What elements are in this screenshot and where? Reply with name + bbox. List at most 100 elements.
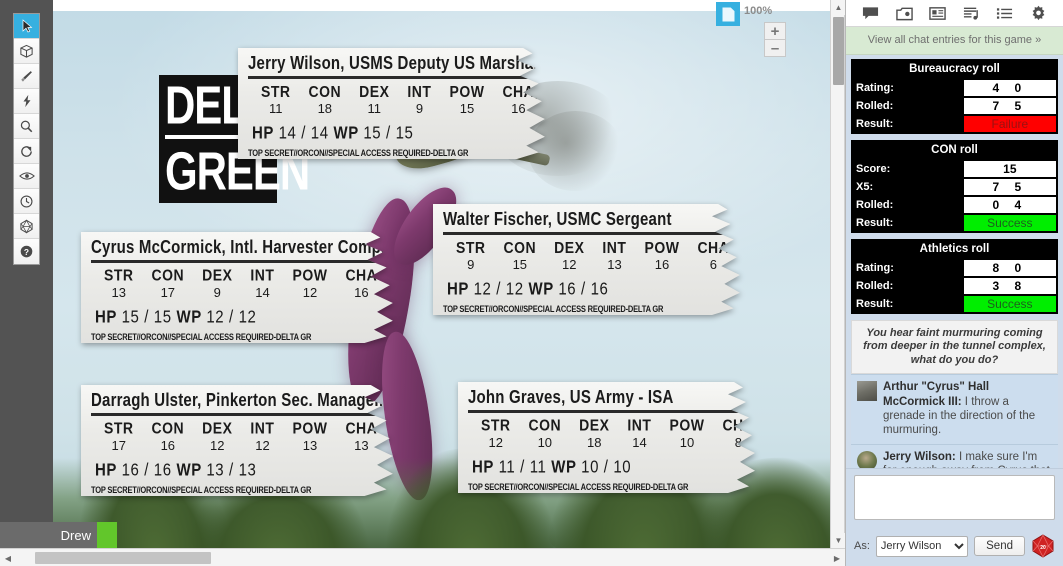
zoom-tool[interactable]	[14, 114, 39, 139]
roll-value: 0 4	[962, 196, 1057, 214]
attribute-label: INT	[250, 418, 275, 438]
attribute-label: CON	[503, 237, 537, 257]
turn-order-list-icon[interactable]	[996, 6, 1013, 21]
horizontal-scroll-thumb[interactable]	[35, 552, 211, 564]
roll-row-value-cell: 15	[962, 160, 1057, 178]
map-vertical-scrollbar[interactable]: ▲ ▼	[830, 0, 846, 548]
roll-result-card: Athletics roll Rating: 8 0 Rolled: 3 8 Result…	[851, 239, 1058, 314]
fx-tool[interactable]	[14, 89, 39, 114]
help-tool[interactable]: ?	[14, 239, 39, 264]
shape-tool[interactable]	[14, 39, 39, 64]
attribute-value: 10	[537, 435, 553, 450]
roll-result-success: Success	[962, 214, 1057, 232]
attribute-value-row: 17 16 12 12 13 13	[95, 436, 386, 453]
attribute-value: 16	[654, 257, 670, 272]
settings-gear-icon[interactable]	[1030, 5, 1047, 21]
draw-tool[interactable]	[14, 64, 39, 89]
roll-row-value-cell: 4 0	[962, 79, 1057, 97]
attribute-label: DEX	[202, 265, 233, 285]
sheet-divider	[91, 413, 386, 416]
page-icon[interactable]	[716, 2, 740, 26]
wp-label: WP	[176, 307, 202, 328]
attribute-value: 18	[317, 101, 333, 116]
attribute-label: DEX	[554, 237, 585, 257]
view-all-chat-link[interactable]: View all chat entries for this game »	[868, 34, 1041, 46]
attribute-value: 18	[587, 435, 602, 450]
roll-result-failure: Failure	[962, 115, 1057, 133]
zoom-out-button[interactable]: –	[764, 39, 786, 57]
attribute-value: 11	[367, 101, 382, 116]
view-all-chat-banner: View all chat entries for this game »	[846, 27, 1063, 55]
roll-row: Result: Failure	[852, 115, 1057, 133]
attribute-value: 11	[269, 101, 283, 116]
paintbrush-icon	[21, 70, 32, 82]
speaking-as-select[interactable]: Jerry Wilson	[875, 535, 969, 557]
character-sheet-handout[interactable]: Walter Fischer, USMC Sergeant STR CON DEX IN…	[433, 204, 743, 315]
character-sheet-handout[interactable]: Jerry Wilson, USMS Deputy US Marshall I S…	[238, 48, 548, 159]
chat-message-body: Jerry Wilson: I make sure I'm far enough…	[883, 450, 1052, 468]
chat-log-scroll[interactable]: Bureaucracy roll Rating: 4 0 Rolled: 7 5 Resu…	[846, 55, 1063, 468]
sheet-classification-footer: TOP SECRET//ORCON//SPECIAL ACCESS REQUIR…	[91, 484, 312, 496]
wp-label: WP	[551, 457, 577, 478]
sheet-character-title: Walter Fischer, USMC Sergeant	[443, 209, 672, 230]
scroll-up-button[interactable]: ▲	[831, 0, 846, 15]
attribute-label: CON	[528, 415, 562, 435]
character-sheet-handout[interactable]: Cyrus McCormick, Intl. Harvester Company…	[81, 232, 396, 343]
chat-message-input[interactable]	[854, 475, 1055, 520]
character-sheet-handout[interactable]: Darragh Ulster, Pinkerton Sec. Managemen…	[81, 385, 396, 496]
map-canvas-viewport[interactable]: DELTA GREEN Jerry Wilson, USMS Deputy US…	[53, 0, 830, 566]
chat-message: Arthur "Cyrus" Hall McCormick III: I thr…	[851, 374, 1058, 444]
rotate-tool[interactable]	[14, 139, 39, 164]
vertical-scroll-thumb[interactable]	[833, 17, 844, 85]
attribute-label-row: STR CON DEX INT POW CHA	[447, 237, 738, 257]
attribute-value-row: 11 18 11 9 15 16	[252, 99, 543, 116]
attribute-label: CON	[151, 418, 185, 438]
chat-icon[interactable]	[862, 6, 879, 21]
character-sheet-handout[interactable]: John Graves, US Army - ISA STR CON DEX INT PO…	[458, 382, 758, 493]
attribute-value: 9	[213, 285, 221, 300]
hp-slash: /	[144, 460, 150, 481]
sheet-character-title: John Graves, US Army - ISA	[468, 387, 674, 408]
sheet-classification-footer: TOP SECRET//ORCON//SPECIAL ACCESS REQUIR…	[91, 331, 312, 343]
roll-title: Bureaucracy roll	[909, 63, 1000, 75]
compendium-icon[interactable]	[963, 6, 980, 21]
journal-icon[interactable]	[929, 6, 947, 21]
attribute-label: STR	[481, 415, 511, 435]
attribute-label: CON	[308, 81, 342, 101]
attribute-label: CHA	[345, 418, 378, 438]
send-button[interactable]: Send	[974, 536, 1025, 556]
scroll-left-button[interactable]: ◀	[0, 549, 16, 566]
map-surface[interactable]: DELTA GREEN Jerry Wilson, USMS Deputy US…	[53, 11, 830, 548]
scroll-down-button[interactable]: ▼	[831, 533, 846, 548]
roll-value: 3 8	[962, 277, 1057, 295]
wp-max: 12	[238, 307, 257, 328]
attribute-label: STR	[261, 81, 291, 101]
roll-row: Rolled: 0 4	[852, 196, 1057, 214]
sheet-character-title: Darragh Ulster, Pinkerton Sec. Managemen…	[91, 390, 411, 411]
attribute-value: 12	[488, 435, 503, 450]
player-name-tab[interactable]: Drew	[0, 522, 105, 548]
attribute-label: STR	[104, 265, 134, 285]
turn-order-tool[interactable]	[14, 189, 39, 214]
attribute-label: INT	[407, 81, 432, 101]
map-horizontal-scrollbar[interactable]: ◀ ▶	[0, 548, 845, 566]
select-tool[interactable]	[14, 14, 39, 39]
attribute-label: CHA	[502, 81, 535, 101]
zoom-control: 100% + –	[716, 2, 786, 57]
zoom-in-button[interactable]: +	[764, 22, 786, 40]
art-library-icon[interactable]	[895, 6, 913, 21]
d20-dice-icon[interactable]: 20	[1031, 534, 1055, 558]
composer-controls-row: As: Jerry Wilson Send 20	[854, 534, 1055, 558]
roll-detail-table: Rating: 8 0 Rolled: 3 8 Result: Success	[852, 259, 1057, 313]
attribute-label: STR	[456, 237, 486, 257]
roll-row-label: X5:	[856, 181, 874, 193]
hp-max: 16	[153, 460, 172, 481]
dice-tool[interactable]	[14, 214, 39, 239]
lightning-bolt-icon	[23, 94, 30, 108]
chat-message-speaker: Jerry Wilson:	[883, 450, 956, 463]
attribute-label-row: STR CON DEX INT POW CHA	[95, 418, 386, 438]
roll-row-label: Rating:	[856, 262, 894, 274]
visibility-tool[interactable]	[14, 164, 39, 189]
roll-title: Athletics roll	[919, 243, 990, 255]
scroll-right-button[interactable]: ▶	[829, 549, 845, 566]
